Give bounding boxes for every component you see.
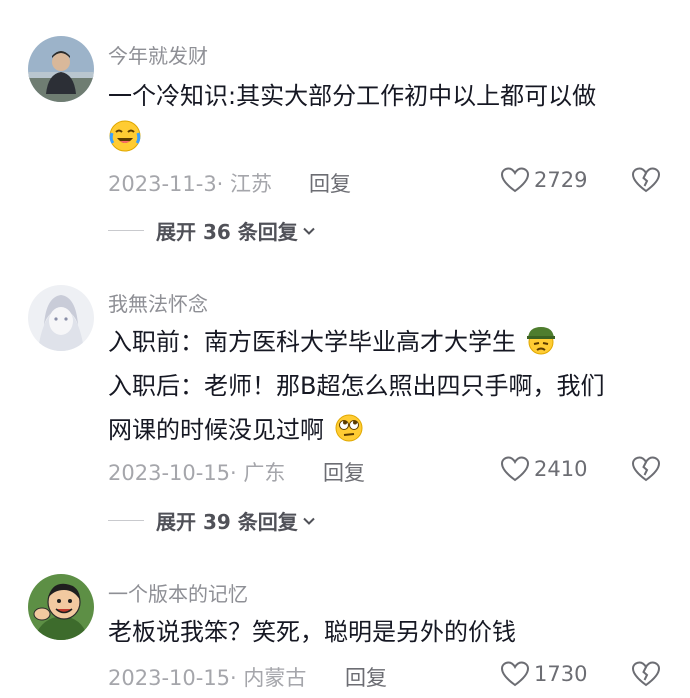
reply-button[interactable]: 回复 bbox=[323, 457, 365, 487]
comment-text-line: 网课的时候没见过啊 bbox=[108, 408, 668, 452]
dislike-button[interactable] bbox=[631, 166, 661, 198]
username[interactable]: 一个版本的记忆 bbox=[108, 578, 248, 607]
divider-line bbox=[108, 520, 144, 521]
broken-heart-icon bbox=[631, 167, 661, 193]
username[interactable]: 今年就发财 bbox=[108, 40, 208, 69]
comment-text-segment: 网课的时候没见过啊 bbox=[108, 416, 324, 444]
comment-text-line: 老板说我笨？笑死，聪明是另外的价钱 bbox=[108, 618, 516, 646]
avatar[interactable] bbox=[28, 36, 94, 102]
like-button[interactable]: 1730 bbox=[500, 660, 587, 688]
comment-text: 入职前：南方医科大学毕业高才大学生 入职后：老师！那B超怎么照出四只手啊，我们 … bbox=[108, 320, 668, 452]
avatar-image bbox=[28, 36, 94, 102]
like-button[interactable]: 2410 bbox=[500, 455, 587, 483]
expand-replies-button[interactable]: 展开 36 条回复 bbox=[108, 216, 318, 245]
reply-button[interactable]: 回复 bbox=[309, 168, 351, 198]
expand-replies-button[interactable]: 展开 39 条回复 bbox=[108, 506, 318, 535]
eye-roll-emoji bbox=[334, 413, 364, 443]
avatar-image bbox=[28, 285, 94, 351]
divider-line bbox=[108, 230, 144, 231]
chevron-down-icon bbox=[303, 227, 315, 235]
heart-icon bbox=[500, 167, 530, 193]
expand-replies-label: 展开 39 条回复 bbox=[156, 510, 298, 534]
expand-replies-label: 展开 36 条回复 bbox=[156, 220, 298, 244]
like-button[interactable]: 2729 bbox=[500, 166, 587, 194]
comment-text-line: 入职前：南方医科大学毕业高才大学生 bbox=[108, 320, 668, 364]
comment-text: 老板说我笨？笑死，聪明是另外的价钱 bbox=[108, 610, 668, 654]
username[interactable]: 我無法怀念 bbox=[108, 288, 208, 317]
broken-heart-icon bbox=[631, 456, 661, 482]
avatar[interactable] bbox=[28, 285, 94, 351]
like-count: 1730 bbox=[534, 662, 588, 686]
heart-icon bbox=[500, 456, 530, 482]
broken-heart-icon bbox=[631, 661, 661, 687]
avatar[interactable] bbox=[28, 574, 94, 640]
comment-text-line: 入职后：老师！那B超怎么照出四只手啊，我们 bbox=[108, 372, 605, 400]
chevron-down-icon bbox=[303, 517, 315, 525]
like-count: 2729 bbox=[534, 168, 588, 192]
comment-text: 一个冷知识:其实大部分工作初中以上都可以做 bbox=[108, 74, 668, 162]
date-location: 2023-10-15· 内蒙古 bbox=[108, 666, 307, 690]
dislike-button[interactable] bbox=[631, 660, 661, 692]
reply-button[interactable]: 回复 bbox=[345, 662, 387, 692]
crying-laughing-emoji bbox=[108, 119, 142, 153]
avatar-image bbox=[28, 574, 94, 640]
heart-icon bbox=[500, 661, 530, 687]
comment-text-line bbox=[108, 118, 668, 162]
comment-text-segment: 入职前：南方医科大学毕业高才大学生 bbox=[108, 328, 516, 356]
soldier-helmet-emoji bbox=[526, 325, 556, 355]
like-count: 2410 bbox=[534, 457, 588, 481]
dislike-button[interactable] bbox=[631, 455, 661, 487]
date-location: 2023-10-15· 广东 bbox=[108, 461, 286, 485]
date-location: 2023-11-3· 江苏 bbox=[108, 172, 273, 196]
comment-text-line: 一个冷知识:其实大部分工作初中以上都可以做 bbox=[108, 82, 597, 110]
